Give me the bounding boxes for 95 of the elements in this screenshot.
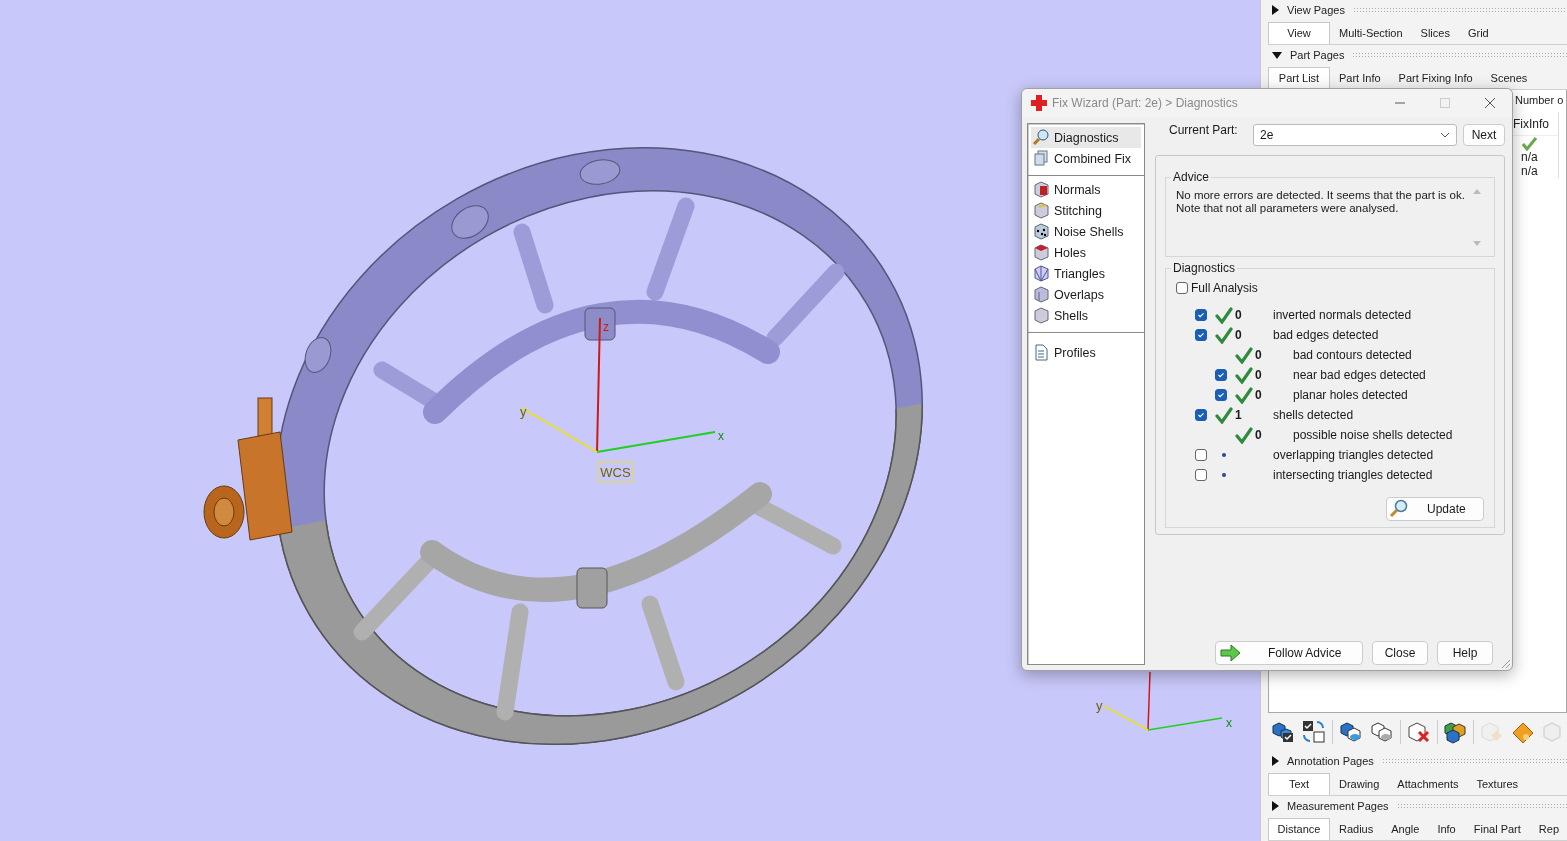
tab[interactable]: Grid bbox=[1458, 22, 1498, 44]
tab[interactable]: View bbox=[1268, 22, 1330, 44]
dialog-button[interactable]: Help bbox=[1437, 641, 1493, 665]
nav-item[interactable]: Holes bbox=[1031, 242, 1141, 263]
count-label: 0 bbox=[1254, 428, 1263, 442]
field-label: Current Part: bbox=[1168, 123, 1239, 137]
cube-icon bbox=[1033, 202, 1050, 219]
check-label: inverted normals detected bbox=[1273, 308, 1412, 322]
nav-item[interactable]: Combined Fix bbox=[1031, 148, 1141, 169]
tab[interactable]: Slices bbox=[1411, 22, 1459, 44]
count-label: 1 bbox=[1234, 408, 1243, 422]
search-icon bbox=[1033, 129, 1050, 146]
check-label: bad contours detected bbox=[1293, 348, 1412, 362]
checkbox[interactable] bbox=[1195, 449, 1207, 461]
section-title[interactable]: View Pages bbox=[1287, 4, 1345, 16]
check-label: overlapping triangles detected bbox=[1273, 448, 1434, 462]
tab[interactable]: Attachments bbox=[1388, 773, 1468, 795]
axis-label: y bbox=[520, 404, 527, 419]
mini-z-axis bbox=[1147, 671, 1151, 731]
count-label: 0 bbox=[1234, 308, 1243, 322]
check-label: shells detected bbox=[1273, 408, 1354, 422]
axis-label: y bbox=[1096, 698, 1103, 713]
close-icon bbox=[1482, 97, 1497, 109]
tab[interactable]: Scenes bbox=[1481, 67, 1537, 89]
caret-icon bbox=[1440, 131, 1450, 139]
tab[interactable]: Radius bbox=[1330, 818, 1383, 840]
cross-icon bbox=[1031, 95, 1047, 111]
nav-item[interactable]: Shells bbox=[1031, 305, 1141, 326]
axis-label: x bbox=[1226, 716, 1232, 730]
tab[interactable]: Textures bbox=[1467, 773, 1528, 795]
cube-icon bbox=[1033, 307, 1050, 324]
mini-y-axis bbox=[1103, 705, 1149, 731]
axis-label: x bbox=[718, 429, 724, 443]
checkbox[interactable] bbox=[1215, 389, 1227, 401]
document-icon bbox=[1033, 344, 1050, 361]
axis-label: z bbox=[603, 320, 609, 334]
nav-item[interactable]: Noise Shells bbox=[1031, 221, 1141, 242]
tab[interactable]: Part Info bbox=[1330, 67, 1390, 89]
cube-icon bbox=[1033, 286, 1050, 303]
cube-icon bbox=[1033, 244, 1050, 261]
section-title[interactable]: Measurement Pages bbox=[1287, 800, 1389, 812]
triangle-mesh-icon bbox=[1033, 265, 1050, 282]
tab[interactable]: Rep bbox=[1529, 818, 1567, 840]
group-title: Advice bbox=[1172, 170, 1211, 184]
table-cell-text: n/a bbox=[1520, 150, 1539, 164]
tab[interactable]: Info bbox=[1428, 818, 1465, 840]
checkbox[interactable] bbox=[1195, 409, 1207, 421]
update-button[interactable]: Update bbox=[1386, 497, 1484, 521]
checkbox[interactable] bbox=[1195, 469, 1207, 481]
nav-item[interactable]: Stitching bbox=[1031, 200, 1141, 221]
dice-icon bbox=[1033, 223, 1050, 240]
window-title: Fix Wizard (Part: 2e) > Diagnostics bbox=[1052, 96, 1239, 110]
cube-icon bbox=[1033, 181, 1050, 198]
expand-arrow[interactable] bbox=[1272, 51, 1282, 59]
count-label: 0 bbox=[1254, 388, 1263, 402]
nav-item[interactable]: Triangles bbox=[1031, 263, 1141, 284]
resize-grip[interactable] bbox=[1501, 659, 1511, 669]
count-label: 0 bbox=[1254, 348, 1263, 362]
tab[interactable]: Text bbox=[1268, 773, 1330, 795]
check-label: bad edges detected bbox=[1273, 328, 1379, 342]
check-label: planar holes detected bbox=[1293, 388, 1408, 402]
toggle-checkbox-icon[interactable] bbox=[1301, 719, 1327, 745]
arrow-icon bbox=[1220, 644, 1242, 662]
follow-advice-button[interactable]: Follow Advice bbox=[1215, 641, 1363, 665]
tab[interactable]: Angle bbox=[1382, 818, 1429, 840]
wcs-label: WCS bbox=[597, 461, 634, 483]
checkbox[interactable] bbox=[1195, 309, 1207, 321]
count-label: 0 bbox=[1254, 368, 1263, 382]
section-title[interactable]: Part Pages bbox=[1290, 49, 1345, 61]
nav-item[interactable]: Normals bbox=[1031, 179, 1141, 200]
checkbox[interactable] bbox=[1195, 329, 1207, 341]
tab[interactable]: Multi-Section bbox=[1330, 22, 1412, 44]
group-title: Diagnostics bbox=[1172, 261, 1237, 275]
section-title[interactable]: Annotation Pages bbox=[1287, 755, 1374, 767]
checkbox[interactable] bbox=[1215, 369, 1227, 381]
dialog-button[interactable]: Close bbox=[1372, 641, 1428, 665]
check-label: intersecting triangles detected bbox=[1273, 468, 1433, 482]
part-dropdown[interactable]: 2e bbox=[1253, 124, 1457, 146]
nav-item[interactable]: Overlaps bbox=[1031, 284, 1141, 305]
next-button[interactable]: Next bbox=[1463, 124, 1505, 146]
check-label: near bad edges detected bbox=[1293, 368, 1426, 382]
check-label: possible noise shells detected bbox=[1293, 428, 1453, 442]
table-cell-text: n/a bbox=[1520, 164, 1539, 178]
tab[interactable]: Part List bbox=[1268, 67, 1330, 89]
maximize-icon bbox=[1437, 97, 1452, 109]
tab[interactable]: Distance bbox=[1268, 818, 1330, 840]
layers-icon bbox=[1033, 150, 1050, 167]
tab[interactable]: Part Fixing Info bbox=[1389, 67, 1482, 89]
tab[interactable]: Drawing bbox=[1330, 773, 1389, 795]
column-header[interactable]: Number o bbox=[1511, 90, 1566, 112]
tab[interactable]: Final Part bbox=[1464, 818, 1530, 840]
count-label: 0 bbox=[1234, 328, 1243, 342]
nav-item[interactable]: Profiles bbox=[1031, 342, 1141, 363]
search-icon bbox=[1389, 499, 1409, 519]
nav-item[interactable]: Diagnostics bbox=[1031, 127, 1141, 148]
